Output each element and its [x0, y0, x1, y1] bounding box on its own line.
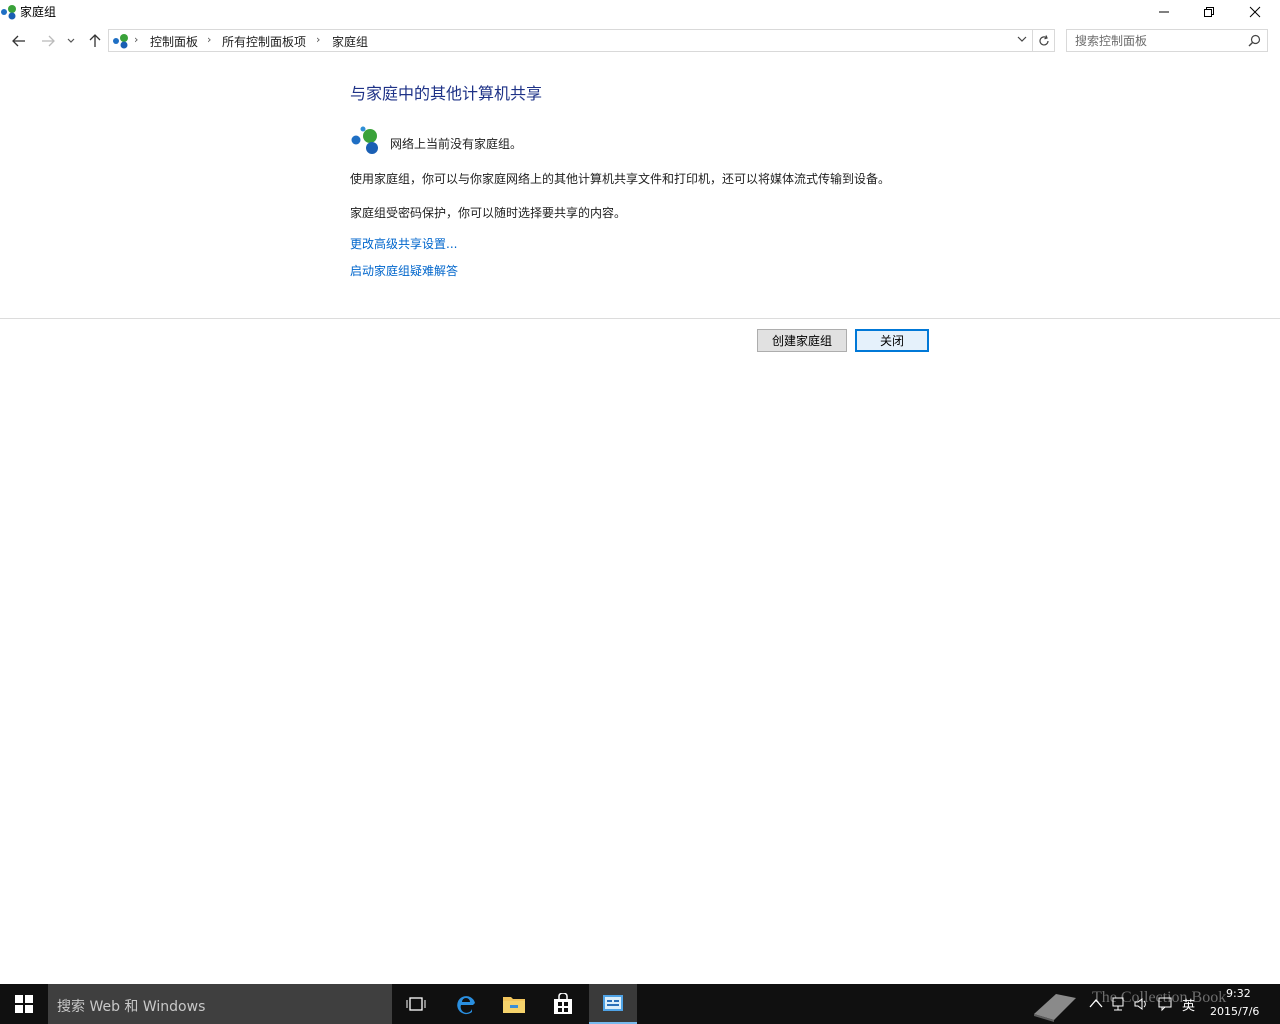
book-watermark-icon	[1034, 994, 1076, 1022]
breadcrumb-chevron-icon[interactable]: ›	[134, 33, 138, 46]
homegroup-icon	[351, 126, 378, 154]
up-button[interactable]	[85, 30, 105, 52]
breadcrumb-all-items[interactable]: 所有控制面板项	[222, 33, 306, 50]
recent-locations-button[interactable]	[63, 30, 79, 52]
store-icon	[554, 993, 572, 1014]
refresh-icon	[1038, 34, 1049, 45]
taskbar: 搜索 Web 和 Windows The Collection Book 英 9…	[0, 984, 1280, 1024]
address-history-button[interactable]	[1013, 28, 1031, 49]
close-window-button[interactable]	[1232, 0, 1278, 24]
task-view-icon	[406, 997, 426, 1011]
start-button[interactable]	[0, 984, 48, 1024]
breadcrumb-homegroup[interactable]: 家庭组	[332, 33, 368, 50]
advanced-sharing-link[interactable]: 更改高级共享设置...	[350, 235, 457, 252]
edge-button[interactable]	[442, 984, 490, 1024]
description-text: 使用家庭组，你可以与你家庭网络上的其他计算机共享文件和打印机，还可以将媒体流式传…	[350, 172, 891, 186]
input-method-indicator[interactable]: 英	[1182, 995, 1195, 1014]
restore-button[interactable]	[1186, 0, 1232, 24]
search-box[interactable]	[1066, 29, 1268, 52]
chevron-down-icon	[67, 38, 75, 43]
minimize-icon	[1159, 11, 1169, 13]
search-input[interactable]	[1075, 33, 1240, 49]
refresh-button[interactable]	[1033, 29, 1055, 52]
file-explorer-button[interactable]	[490, 984, 538, 1024]
control-panel-icon	[603, 995, 623, 1011]
create-homegroup-button[interactable]: 创建家庭组	[757, 329, 847, 352]
window-title: 家庭组	[20, 5, 57, 19]
breadcrumb-chevron-icon[interactable]: ›	[316, 33, 320, 46]
page-title: 与家庭中的其他计算机共享	[350, 84, 543, 103]
restore-icon	[1204, 7, 1214, 17]
troubleshoot-link[interactable]: 启动家庭组疑难解答	[350, 262, 458, 279]
minimize-button[interactable]	[1141, 0, 1187, 24]
breadcrumb-chevron-icon[interactable]: ›	[207, 33, 211, 46]
homegroup-icon	[113, 34, 128, 49]
task-view-button[interactable]	[392, 984, 440, 1024]
breadcrumb-control-panel[interactable]: 控制面板	[150, 33, 198, 50]
title-bar: 家庭组	[0, 0, 1280, 24]
windows-logo-icon	[15, 995, 33, 1013]
store-button[interactable]	[539, 984, 587, 1024]
navigation-bar: › 控制面板 › 所有控制面板项 › 家庭组	[0, 28, 1280, 54]
homegroup-icon	[1, 5, 16, 20]
clock-date[interactable]: 2015/7/6	[1210, 1005, 1259, 1018]
back-button[interactable]	[9, 30, 29, 52]
taskbar-search-text[interactable]: 搜索 Web 和 Windows	[57, 996, 205, 1016]
network-icon[interactable]	[1110, 996, 1126, 1012]
password-info-text: 家庭组受密码保护，你可以随时选择要共享的内容。	[350, 206, 627, 220]
edge-icon	[457, 996, 475, 1015]
system-tray: The Collection Book 英 9:32 2015/7/6	[1030, 984, 1280, 1024]
arrow-right-icon	[42, 35, 55, 47]
arrow-left-icon	[12, 35, 25, 47]
address-bar[interactable]: › 控制面板 › 所有控制面板项 › 家庭组	[108, 29, 1033, 52]
chevron-down-icon	[1017, 36, 1027, 42]
close-icon	[1249, 6, 1261, 18]
control-panel-taskbar-button[interactable]	[589, 984, 637, 1024]
volume-icon[interactable]	[1133, 996, 1149, 1012]
folder-icon	[503, 997, 525, 1013]
clock-time[interactable]: 9:32	[1226, 987, 1251, 1000]
taskbar-search[interactable]: 搜索 Web 和 Windows	[48, 984, 392, 1024]
show-hidden-icons-icon[interactable]	[1088, 996, 1104, 1012]
status-text: 网络上当前没有家庭组。	[390, 137, 523, 151]
close-button[interactable]: 关闭	[855, 329, 929, 352]
forward-button[interactable]	[38, 30, 58, 52]
arrow-up-icon	[89, 34, 101, 47]
homegroup-status: 网络上当前没有家庭组。	[350, 126, 950, 156]
action-center-icon[interactable]	[1157, 996, 1173, 1012]
search-icon[interactable]	[1248, 34, 1261, 47]
divider	[0, 318, 1280, 319]
